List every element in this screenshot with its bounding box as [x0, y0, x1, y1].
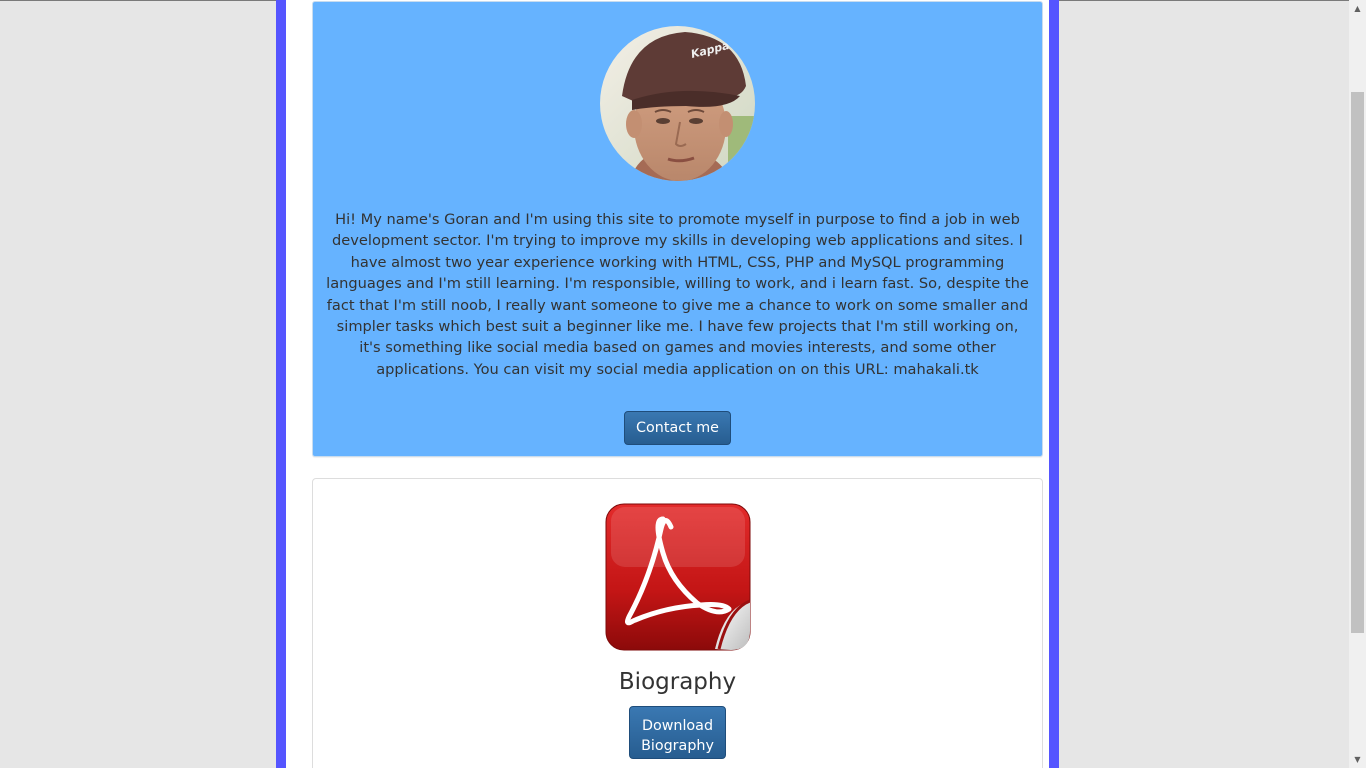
scrollbar-thumb[interactable]	[1351, 92, 1364, 633]
download-biography-button[interactable]: Download Biography	[629, 706, 726, 759]
profile-avatar: Kappa	[600, 26, 755, 181]
pdf-document-icon	[605, 503, 751, 653]
browser-viewport: Kappa Hi! My name's Goran and I'm using …	[0, 0, 1366, 768]
scroll-up-arrow-icon[interactable]: ▲	[1349, 0, 1366, 17]
scroll-down-arrow-icon[interactable]: ▼	[1349, 751, 1366, 768]
about-description: Hi! My name's Goran and I'm using this s…	[326, 211, 1029, 378]
vertical-scrollbar[interactable]: ▲ ▼	[1349, 0, 1366, 768]
content-container: Kappa Hi! My name's Goran and I'm using …	[276, 0, 1059, 768]
download-button-label-line1: Download	[641, 717, 714, 734]
biography-title: Biography	[618, 669, 737, 695]
biography-panel: Biography Download Biography	[312, 478, 1043, 768]
about-panel: Kappa Hi! My name's Goran and I'm using …	[312, 1, 1043, 457]
contact-me-button[interactable]: Contact me	[624, 411, 731, 445]
profile-photo-image: Kappa	[600, 26, 755, 181]
download-button-label-line2: Biography	[641, 737, 714, 754]
